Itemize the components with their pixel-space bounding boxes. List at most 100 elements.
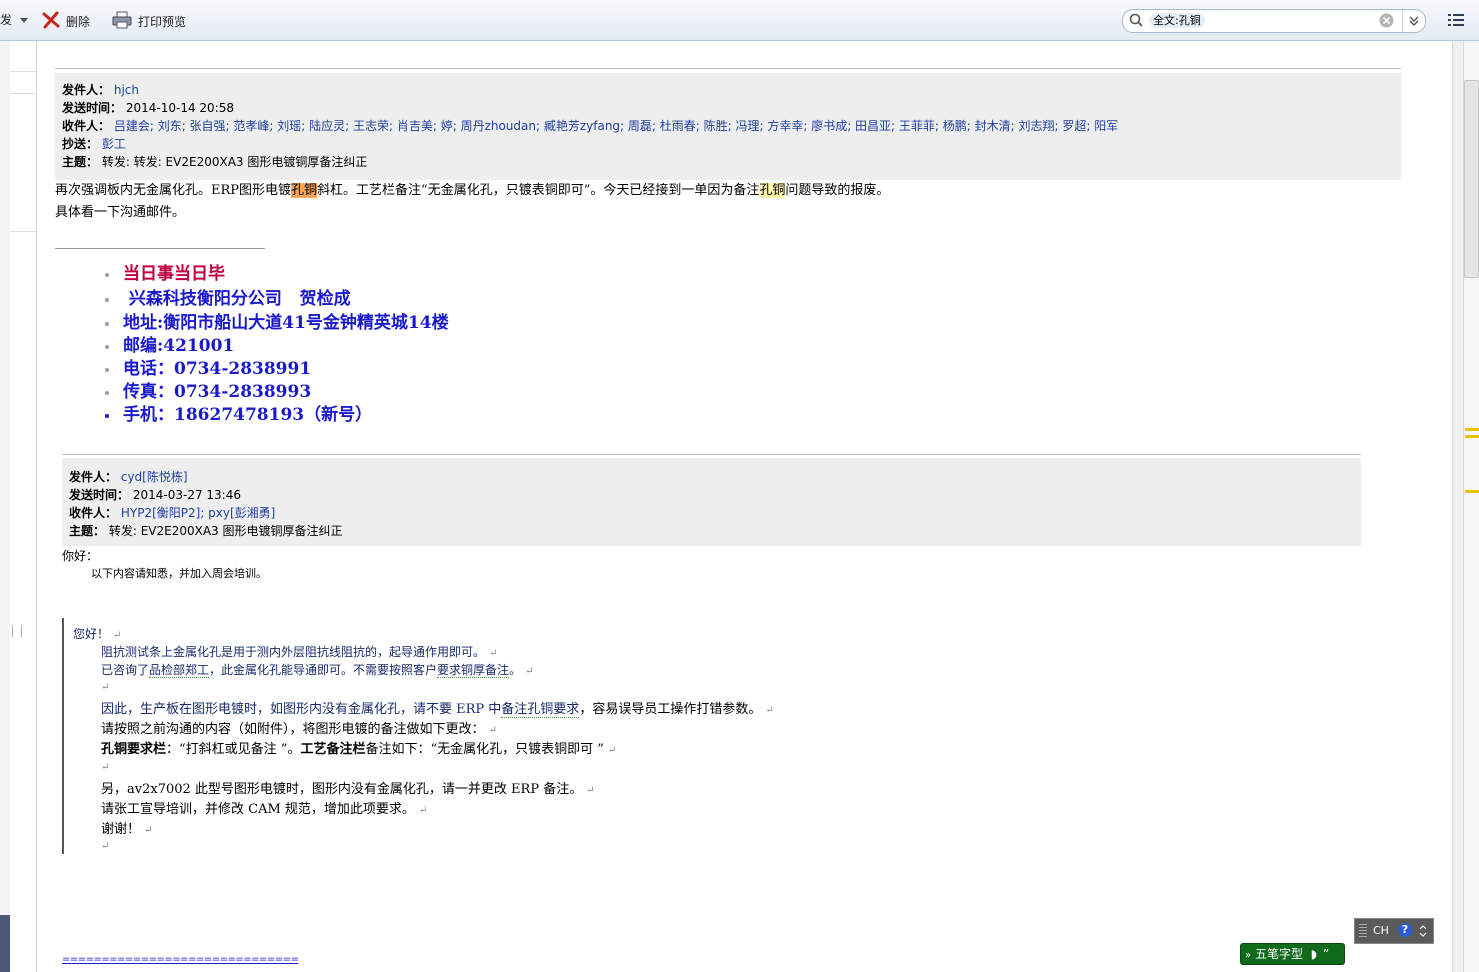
clear-search-icon[interactable] <box>1379 13 1394 31</box>
quoted-text: 工艺备注栏 <box>300 742 366 757</box>
print-preview-label: 打印预览 <box>138 15 187 29</box>
quoted-line: 已咨询了品检部郑工，此金属化孔能导通即可。不需要按照客户要求铜厚备注。 ↵ <box>101 661 533 678</box>
half-width-moon-icon[interactable]: ◗ <box>1311 947 1317 961</box>
return-mark: ↵ <box>101 762 110 773</box>
search-hit-marker <box>1465 435 1479 438</box>
return-mark: ↵ <box>101 841 110 852</box>
signature-rule <box>55 248 265 249</box>
quoted-text: ，容易误导员工操作打错参数。 <box>579 702 762 717</box>
quoted-line: 您好！ ↵ <box>73 625 121 642</box>
from-label: 发件人： <box>69 470 118 484</box>
signature-text: 地址:衡阳市船山大道41号金钟精英城14楼 <box>123 313 449 333</box>
search-hit-marker <box>1465 428 1479 431</box>
quoted-line: ↵ <box>101 838 109 852</box>
return-mark: ↵ <box>765 705 774 716</box>
splitter-handle[interactable] <box>12 625 22 637</box>
ime-mode-label[interactable]: 五笔字型 <box>1255 947 1303 961</box>
quoted-line: 请张工宣导培训，并修改 CAM 规范，增加此项要求。 ↵ <box>101 798 427 817</box>
quoted-line: 阻抗测试条上金属化孔是用于测内外层阻抗线阻抗的，起导通作用即可。 ↵ <box>101 643 497 660</box>
search-box[interactable]: 全文:孔铜 <box>1122 9 1426 33</box>
body-text: 斜杠。工艺栏备注“无金属化孔，只镀表铜即可”。今天已经接到一单因为备注 <box>317 183 760 198</box>
search-filter-tag[interactable]: 全文:孔铜 <box>1149 13 1205 28</box>
sent-time: 2014-10-14 20:58 <box>125 101 234 115</box>
sender-link[interactable]: hjch <box>114 83 139 97</box>
return-mark: ↵ <box>113 630 122 641</box>
body-paragraph: 具体看一下沟通邮件。 <box>55 205 186 220</box>
delete-x-icon <box>42 11 60 34</box>
print-preview-button[interactable]: 打印预览 <box>112 11 186 29</box>
delete-label: 删除 <box>66 15 91 29</box>
forward-button[interactable]: 发 <box>0 11 28 29</box>
sender-link[interactable]: cyd[陈悦栋] <box>121 470 188 484</box>
sent-label: 发送时间： <box>62 101 123 115</box>
quoted-text: 品检部郑工 <box>149 663 210 678</box>
quoted-text: 因此，生产板在图形电镀时，如图形内没有金属化孔，请不要 ERP 中 <box>101 702 502 717</box>
search-hit-marker <box>1465 490 1479 493</box>
return-mark: ↵ <box>418 805 428 816</box>
quoted-text: ，此金属化孔能导通即可。不需要按照客户 <box>209 663 438 677</box>
content-scrollbar[interactable] <box>1452 41 1463 972</box>
quoted-text: 另，av2x7002 此型号图形电镀时，图形内没有金属化孔，请一并更改 ERP … <box>101 782 583 797</box>
signature-line: 邮编:421001 <box>105 331 234 356</box>
recipients-list[interactable]: HYP2[衡阳P2]; pxy[彭湘勇] <box>121 506 276 520</box>
printer-icon <box>112 11 132 34</box>
sent-label: 发送时间： <box>69 488 130 502</box>
toolbar: 发 删除 打印预览 全文:孔铜 <box>0 0 1479 41</box>
cc-link[interactable]: 彭工 <box>102 137 126 151</box>
ime-options-icon[interactable] <box>1419 923 1427 942</box>
delete-button[interactable]: 删除 <box>42 11 90 29</box>
grip-icon <box>1359 924 1367 938</box>
email-header: 发件人： hjch 发送时间： 2014-10-14 20:58 收件人： 吕建… <box>55 73 1401 180</box>
ime-lang-label[interactable]: CH <box>1373 924 1389 937</box>
menu-list-icon[interactable] <box>1448 12 1464 28</box>
divider <box>55 68 1401 69</box>
intro-text: 以下内容请知悉，并加入周会培训。 <box>91 567 267 580</box>
collapse-icon[interactable]: » <box>1245 946 1251 966</box>
ime-language-bar[interactable]: CH ? <box>1354 918 1434 944</box>
quoted-text: 阻抗测试条上金属化孔是用于测内外层阻抗线阻抗的，起导通作用即可。 <box>101 645 486 659</box>
from-label: 发件人： <box>62 83 111 97</box>
return-mark: ↵ <box>586 785 595 796</box>
ime-status-bar[interactable]: » 五笔字型 ◗ ” <box>1240 943 1345 965</box>
signature-text: 当日事当日毕 <box>123 264 225 284</box>
quoted-line: 请按照之前沟通的内容（如附件），将图形电镀的备注做如下更改： ↵ <box>101 718 497 737</box>
signature-text: 兴森科技衡阳分公司 贺检成 <box>123 289 351 309</box>
quoted-line: 孔铜要求栏：“打斜杠或见备注 ”。工艺备注栏备注如下：“无金属化孔，只镀表铜即可… <box>101 738 616 757</box>
search-highlight: 孔铜 <box>291 183 318 198</box>
message-reading-pane: 发件人： hjch 发送时间： 2014-10-14 20:58 收件人： 吕建… <box>37 41 1451 972</box>
scroll-thumb[interactable] <box>1464 80 1479 278</box>
signature-line: 当日事当日毕 <box>105 259 225 284</box>
signature-line: 传真：0734-2838993 <box>105 377 311 402</box>
forward-label: 发 <box>0 13 13 27</box>
punctuation-icon[interactable]: ” <box>1323 947 1329 961</box>
quoted-text: 谢谢！ <box>101 822 141 837</box>
subject-label: 主题： <box>62 155 99 169</box>
quoted-text: 请按照之前沟通的内容（如附件），将图形电镀的备注做如下更改： <box>101 722 485 737</box>
quoted-line: 另，av2x7002 此型号图形电镀时，图形内没有金属化孔，请一并更改 ERP … <box>101 778 595 797</box>
left-scroll-thumb[interactable] <box>0 915 10 972</box>
quoted-line: ↵ <box>101 679 109 693</box>
subject-text: 转发: 转发: EV2E200XA3 图形电镀铜厚备注纠正 <box>101 155 368 169</box>
quoted-text: 您好！ <box>73 627 110 641</box>
return-mark: ↵ <box>488 725 497 736</box>
divider <box>62 454 1361 455</box>
email-header: 发件人： cyd[陈悦栋] 发送时间： 2014-03-27 13:46 收件人… <box>62 458 1361 546</box>
help-icon[interactable]: ? <box>1398 923 1412 937</box>
signature-line: 兴森科技衡阳分公司 贺检成 <box>105 284 351 309</box>
search-highlight: 孔铜 <box>759 183 786 198</box>
quoted-line: 谢谢！ ↵ <box>101 818 152 837</box>
search-options-icon[interactable] <box>1402 10 1425 32</box>
greeting: 你好： <box>62 549 99 563</box>
left-panel-column <box>10 41 46 972</box>
return-mark: ↵ <box>101 682 110 693</box>
quoted-text: 备注如下：“无金属化孔，只镀表铜即可 ” <box>365 742 604 757</box>
search-icon <box>1129 13 1143 30</box>
cc-label: 抄送： <box>62 137 99 151</box>
dropdown-arrow-icon <box>19 18 28 23</box>
quoted-text: ：“打斜杠或见备注 ”。 <box>166 742 301 757</box>
body-text: 问题导致的报废。 <box>785 183 890 198</box>
body-paragraph: 再次强调板内无金属化孔。ERP图形电镀孔铜斜杠。工艺栏备注“无金属化孔，只镀表铜… <box>55 179 889 198</box>
signature-text: 传真：0734-2838993 <box>123 382 312 402</box>
quoted-text: 要求铜厚备注 <box>437 663 510 678</box>
recipients-list[interactable]: 吕建会; 刘东; 张自强; 范孝峰; 刘瑶; 陆应灵; 王志荣; 肖吉美; 婷;… <box>114 119 1118 133</box>
